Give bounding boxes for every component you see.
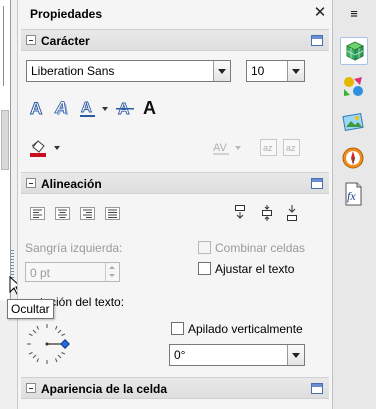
tooltip: Ocultar: [7, 299, 54, 319]
properties-panel: Propiedades ✕ Carácter Liberation Sans 1…: [17, 0, 332, 409]
collapse-icon[interactable]: [26, 178, 36, 188]
compass-icon: [342, 147, 364, 169]
character-spacing-icon: AV: [213, 142, 229, 155]
font-size-combo[interactable]: 10: [246, 60, 305, 82]
outline-text-icon[interactable]: A: [28, 98, 50, 119]
more-options-icon[interactable]: [311, 178, 323, 189]
align-center-icon[interactable]: [55, 207, 71, 221]
align-right-icon[interactable]: [80, 207, 96, 221]
close-icon[interactable]: ✕: [311, 3, 329, 23]
styles-icon: [344, 77, 363, 96]
svg-text:A: A: [143, 98, 156, 118]
svg-text:A: A: [30, 99, 42, 118]
tab-styles[interactable]: [340, 73, 368, 101]
underline-text-icon[interactable]: A: [78, 98, 100, 118]
section-header-cell-appearance[interactable]: Apariencia de la celda: [21, 377, 329, 399]
sidebar-tabbar: ≡ fx: [332, 0, 376, 409]
spin-up-icon[interactable]: [109, 266, 115, 269]
shadow-text-icon[interactable]: A A: [53, 98, 75, 118]
svg-text:A: A: [54, 98, 67, 117]
more-options-icon[interactable]: [311, 35, 323, 46]
character-spacing-dropdown-icon: [235, 146, 241, 150]
svg-text:AV: AV: [213, 142, 228, 154]
tab-properties[interactable]: [340, 37, 368, 65]
spin-down-icon[interactable]: [109, 274, 115, 277]
more-options-icon[interactable]: [311, 383, 323, 394]
svg-text:az: az: [286, 143, 296, 153]
strikethrough-icon[interactable]: A: [115, 98, 137, 118]
svg-text:A: A: [81, 99, 92, 116]
wrap-text-label: Ajustar el texto: [215, 262, 295, 276]
scrollbar-thumb[interactable]: [1, 110, 9, 170]
align-justify-icon[interactable]: [105, 207, 121, 221]
properties-icon: [345, 41, 365, 61]
vertical-scrollbar[interactable]: [0, 0, 11, 300]
superscript-icon: az: [283, 139, 300, 156]
document-edge: [0, 0, 17, 409]
merge-cells-label: Combinar celdas: [215, 241, 306, 255]
left-indent-spinbox[interactable]: 0 pt: [25, 262, 120, 282]
section-title: Alineación: [41, 177, 102, 191]
rotation-angle-value: 0°: [174, 348, 186, 362]
font-name-value: Liberation Sans: [31, 64, 115, 78]
text-rotation-dial[interactable]: [24, 321, 70, 367]
tab-functions[interactable]: fx: [340, 181, 368, 209]
svg-text:fx: fx: [347, 189, 356, 203]
stacked-vertically-label: Apilado verticalmente: [188, 322, 303, 336]
section-title: Carácter: [41, 34, 90, 48]
tab-navigator[interactable]: [340, 145, 368, 173]
font-color-icon[interactable]: [28, 137, 52, 159]
left-indent-value: 0 pt: [30, 266, 51, 280]
bold-text-icon[interactable]: A: [140, 97, 162, 119]
align-top-icon[interactable]: [232, 204, 248, 222]
sidebar-menu-icon[interactable]: ≡: [347, 7, 361, 20]
section-title: Apariencia de la celda: [41, 382, 168, 396]
collapse-icon[interactable]: [26, 35, 36, 45]
align-left-icon[interactable]: [30, 207, 46, 221]
functions-icon: fx: [345, 182, 362, 206]
chevron-down-icon[interactable]: [287, 61, 304, 81]
tab-gallery[interactable]: [340, 109, 368, 137]
panel-header: Propiedades ✕: [18, 0, 333, 28]
left-indent-label: Sangría izquierda:: [25, 241, 123, 255]
subscript-icon: az: [260, 139, 277, 156]
gallery-icon: [342, 112, 364, 132]
underline-dropdown-icon[interactable]: [102, 107, 108, 111]
wrap-text-checkbox[interactable]: [198, 262, 211, 275]
chevron-down-icon[interactable]: [287, 345, 304, 365]
svg-text:az: az: [263, 143, 273, 153]
section-header-character[interactable]: Carácter: [21, 29, 329, 51]
scrollbar-track-mark: [3, 6, 7, 86]
align-middle-icon[interactable]: [259, 204, 275, 222]
merge-cells-checkbox[interactable]: [198, 241, 211, 254]
font-name-combo[interactable]: Liberation Sans: [26, 60, 231, 82]
collapse-icon[interactable]: [26, 383, 36, 393]
align-bottom-icon[interactable]: [284, 204, 300, 222]
stacked-vertically-checkbox[interactable]: [171, 322, 184, 335]
chevron-down-icon[interactable]: [213, 61, 230, 81]
font-color-dropdown-icon[interactable]: [54, 146, 60, 150]
spin-buttons[interactable]: [105, 263, 119, 281]
font-size-value: 10: [251, 64, 265, 78]
rotation-angle-combo[interactable]: 0°: [169, 344, 305, 366]
section-header-alignment[interactable]: Alineación: [21, 172, 329, 194]
panel-title: Propiedades: [30, 7, 103, 21]
